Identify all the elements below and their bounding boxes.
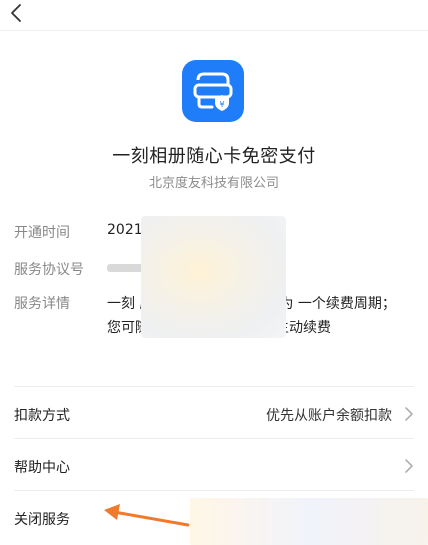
details-label: 服务详情 bbox=[14, 296, 70, 312]
agreement-value-redacted bbox=[107, 264, 143, 272]
divider bbox=[14, 490, 414, 491]
open-time-label: 开通时间 bbox=[14, 225, 70, 241]
close-service-label: 关闭服务 bbox=[14, 512, 70, 528]
help-center-row[interactable]: 帮助中心 bbox=[0, 440, 428, 492]
payment-method-row[interactable]: 扣款方式 优先从账户余额扣款 bbox=[0, 388, 428, 440]
agreement-label: 服务协议号 bbox=[14, 262, 84, 278]
payment-method-value: 优先从账户余额扣款 bbox=[266, 408, 392, 424]
chevron-right-icon bbox=[405, 459, 413, 473]
privacy-blur bbox=[190, 498, 428, 545]
chevron-right-icon bbox=[405, 407, 413, 421]
page-title: 一刻相册随心卡免密支付 bbox=[112, 146, 316, 167]
service-detail-page: ¥ 一刻相册随心卡免密支付 北京度友科技有限公司 开通时间 2021 服务协议号… bbox=[0, 0, 428, 545]
divider bbox=[14, 438, 414, 439]
help-center-label: 帮助中心 bbox=[14, 460, 70, 476]
open-time-value: 2021 bbox=[107, 222, 143, 238]
divider bbox=[14, 386, 414, 387]
svg-text:¥: ¥ bbox=[219, 100, 224, 109]
payment-method-label: 扣款方式 bbox=[14, 408, 70, 424]
annotation-arrow-icon bbox=[104, 504, 190, 527]
privacy-blur bbox=[141, 216, 286, 338]
top-bar bbox=[0, 0, 428, 31]
app-logo-icon: ¥ bbox=[182, 60, 244, 122]
back-icon[interactable] bbox=[6, 2, 28, 24]
company-name: 北京度友科技有限公司 bbox=[148, 176, 279, 191]
